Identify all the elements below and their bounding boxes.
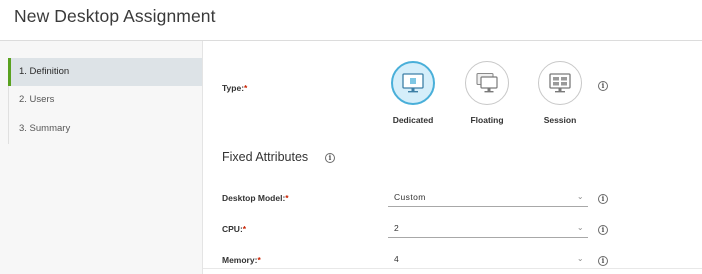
chevron-down-icon: ⌄ — [576, 254, 584, 263]
step-users[interactable]: 2. Users — [8, 86, 202, 114]
bottom-divider — [203, 268, 702, 269]
type-label-text: Type: — [222, 83, 245, 93]
cpu-select[interactable]: 2 ⌄ — [388, 221, 588, 238]
session-circle[interactable] — [538, 61, 582, 105]
info-icon[interactable]: i — [598, 256, 608, 266]
type-option-dedicated[interactable]: Dedicated — [383, 61, 443, 125]
type-option-session[interactable]: Session — [530, 61, 590, 125]
stacked-monitors-icon — [476, 72, 498, 93]
info-icon[interactable]: i — [598, 81, 608, 91]
chevron-down-icon: ⌄ — [576, 223, 584, 232]
floating-label: Floating — [470, 115, 504, 125]
type-label: Type:* — [222, 83, 247, 93]
wizard-steps-sidebar: 1. Definition 2. Users 3. Summary — [0, 41, 203, 274]
chevron-down-icon: ⌄ — [576, 192, 584, 201]
required-mark: * — [242, 224, 247, 234]
desktop-model-label-text: Desktop Model: — [222, 193, 286, 203]
monitor-icon — [402, 73, 424, 93]
dedicated-label: Dedicated — [392, 115, 434, 125]
memory-select[interactable]: 4 ⌄ — [388, 252, 588, 269]
required-mark: * — [257, 255, 261, 265]
info-icon[interactable]: i — [598, 225, 608, 235]
required-mark: * — [285, 193, 289, 203]
cpu-label-text: CPU: — [222, 224, 243, 234]
memory-value: 4 — [394, 254, 400, 264]
floating-circle[interactable] — [465, 61, 509, 105]
step-definition[interactable]: 1. Definition — [8, 58, 202, 86]
desktop-model-value: Custom — [394, 192, 426, 202]
info-icon[interactable]: i — [598, 194, 608, 204]
section-title-fixed-attributes: Fixed Attributes — [222, 150, 309, 164]
dedicated-circle[interactable] — [391, 61, 435, 105]
page-title: New Desktop Assignment — [14, 6, 216, 26]
desktop-model-label: Desktop Model:* — [222, 193, 289, 203]
memory-label: Memory:* — [222, 255, 261, 265]
desktop-model-select[interactable]: Custom ⌄ — [388, 190, 588, 207]
cpu-value: 2 — [394, 223, 400, 233]
session-label: Session — [543, 115, 577, 125]
cpu-label: CPU:* — [222, 224, 246, 234]
memory-label-text: Memory: — [222, 255, 258, 265]
session-monitor-icon — [549, 73, 571, 93]
info-icon[interactable]: i — [325, 153, 335, 163]
required-mark: * — [244, 83, 248, 93]
type-option-floating[interactable]: Floating — [457, 61, 517, 125]
step-summary[interactable]: 3. Summary — [8, 115, 202, 143]
